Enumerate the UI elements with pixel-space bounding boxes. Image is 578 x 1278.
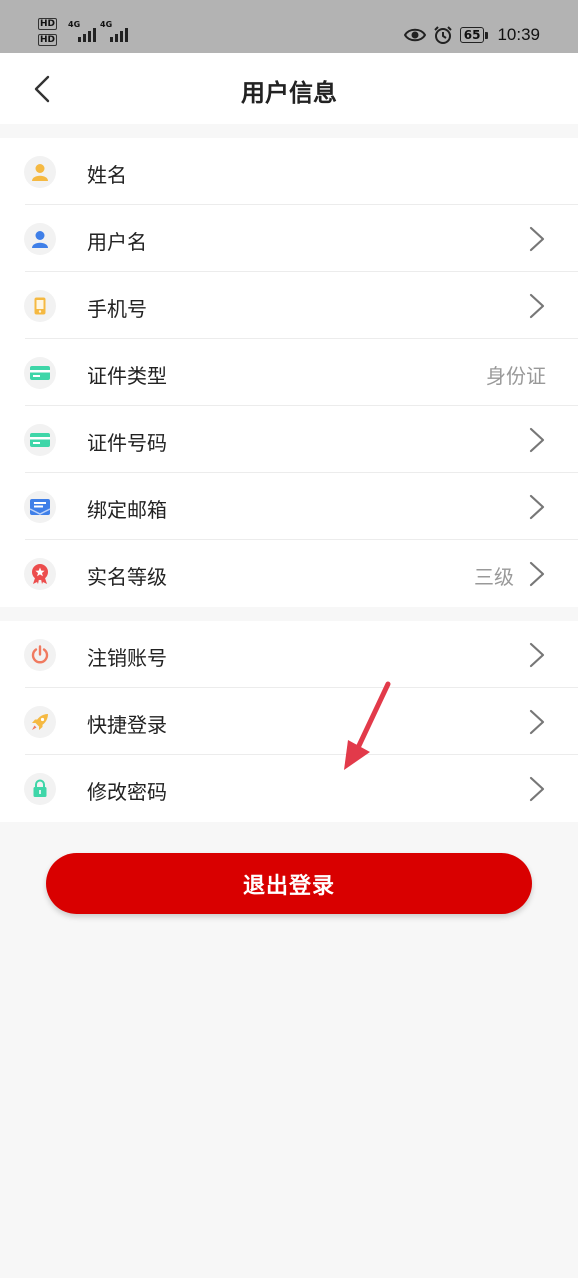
chevron-right-icon xyxy=(529,494,545,520)
power-icon xyxy=(24,639,56,671)
row-label: 证件类型 xyxy=(87,364,167,388)
hd-badge: HD xyxy=(38,34,58,46)
lock-icon xyxy=(24,773,56,805)
eye-icon xyxy=(403,28,426,42)
id-card-icon xyxy=(24,357,56,389)
chevron-right-icon xyxy=(529,709,545,735)
row-label: 绑定邮箱 xyxy=(87,498,167,522)
chevron-right-icon xyxy=(529,226,545,252)
chevron-right-icon xyxy=(529,776,545,802)
user-icon xyxy=(24,156,56,188)
change-password-row[interactable]: 修改密码 xyxy=(0,755,578,822)
profile-info-list: 姓名 用户名 手机号 证件类型 身份证 证件号码 绑定邮箱 实名等级 三级 xyxy=(0,138,578,607)
chevron-right-icon xyxy=(529,642,545,668)
clock: 10:39 xyxy=(497,25,540,44)
row-label: 用户名 xyxy=(87,230,147,254)
signal-bars-icon xyxy=(78,28,96,42)
id-card-icon xyxy=(24,424,56,456)
quick-login-row[interactable]: 快捷登录 xyxy=(0,688,578,755)
user-icon xyxy=(24,223,56,255)
row-label: 姓名 xyxy=(87,163,127,187)
id-number-row[interactable]: 证件号码 xyxy=(0,406,578,473)
page-title: 用户信息 xyxy=(241,79,337,107)
verification-level-value: 三级 xyxy=(474,565,514,589)
battery-indicator: 65 xyxy=(459,27,489,43)
app-header: 用户信息 xyxy=(0,53,578,124)
alarm-icon xyxy=(434,26,452,44)
badge-icon xyxy=(24,558,56,590)
id-type-row[interactable]: 证件类型 身份证 xyxy=(0,339,578,406)
id-type-value: 身份证 xyxy=(486,364,546,388)
status-bar: HD HD 4G 4G 65 10:39 xyxy=(0,0,578,53)
phone-icon xyxy=(24,290,56,322)
chevron-right-icon xyxy=(529,293,545,319)
phone-row[interactable]: 手机号 xyxy=(0,272,578,339)
rocket-icon xyxy=(24,706,56,738)
hd-badge: HD xyxy=(38,18,58,30)
logout-button[interactable]: 退出登录 xyxy=(46,853,532,914)
account-actions-list: 注销账号 快捷登录 修改密码 xyxy=(0,621,578,822)
deactivate-account-row[interactable]: 注销账号 xyxy=(0,621,578,688)
chevron-right-icon xyxy=(529,427,545,453)
chevron-right-icon xyxy=(529,561,545,587)
name-row[interactable]: 姓名 xyxy=(0,138,578,205)
signal-indicators: HD HD 4G 4G xyxy=(38,18,138,52)
row-label: 注销账号 xyxy=(87,646,167,670)
row-label: 快捷登录 xyxy=(87,713,167,737)
username-row[interactable]: 用户名 xyxy=(0,205,578,272)
row-label: 实名等级 xyxy=(87,565,167,589)
row-label: 证件号码 xyxy=(87,431,167,455)
row-label: 修改密码 xyxy=(87,780,167,804)
row-label: 手机号 xyxy=(87,297,147,321)
mail-icon xyxy=(24,491,56,523)
status-right: 65 10:39 xyxy=(403,24,540,46)
signal-bars-icon xyxy=(110,28,128,42)
email-row[interactable]: 绑定邮箱 xyxy=(0,473,578,540)
annotation-arrow-icon xyxy=(344,681,391,770)
verification-level-row[interactable]: 实名等级 三级 xyxy=(0,540,578,607)
